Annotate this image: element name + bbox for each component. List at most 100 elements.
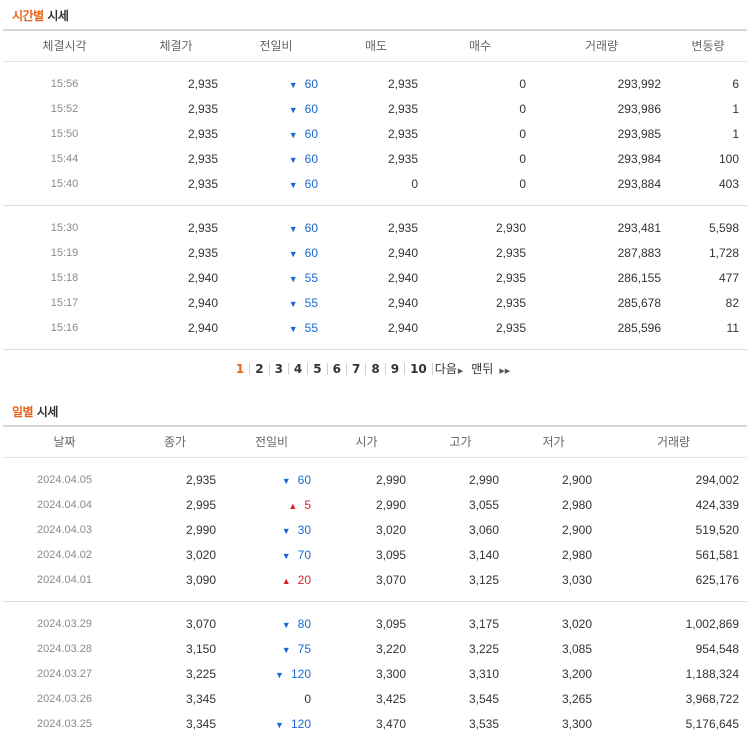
high-cell: 3,060	[468, 522, 499, 537]
last-page-link[interactable]: 맨뒤 ▶▶	[469, 363, 516, 377]
row-spacer	[3, 340, 747, 350]
page-link-8[interactable]: 8	[366, 363, 386, 375]
close-cell: 2,990	[185, 522, 216, 537]
open-cell: 3,020	[375, 522, 406, 537]
row-group-divider	[3, 196, 747, 215]
last-label: 맨뒤	[471, 362, 494, 376]
change-value: 80	[297, 616, 311, 631]
down-arrow-icon: ▼	[281, 644, 291, 655]
page-link-6[interactable]: 6	[328, 363, 347, 375]
change-cell: ▼ 60	[226, 146, 326, 171]
header-low: 저가	[507, 425, 600, 458]
volume-cell: 293,884	[617, 176, 661, 191]
close-cell: 2,995	[185, 497, 216, 512]
price-cell: 2,935	[187, 176, 218, 191]
open-cell: 2,990	[375, 472, 406, 487]
bid-cell: 2,935	[495, 245, 526, 260]
open-cell: 2,990	[375, 497, 406, 512]
delta-cell: 82	[725, 295, 739, 310]
change-value: 120	[290, 666, 311, 681]
date-cell: 2024.04.05	[36, 473, 93, 486]
delta-cell: 403	[718, 176, 739, 191]
low-cell: 2,980	[561, 497, 592, 512]
volume-cell: 285,678	[617, 295, 661, 310]
time-cell: 15:56	[50, 77, 79, 90]
time-cell: 15:50	[50, 127, 79, 140]
high-cell: 3,545	[468, 691, 499, 706]
down-arrow-icon: ▼	[288, 179, 298, 190]
next-label: 다음	[434, 362, 457, 376]
header-price: 체결가	[126, 29, 226, 62]
page-link-5[interactable]: 5	[308, 363, 328, 375]
volume-cell: 285,596	[617, 320, 661, 335]
low-cell: 3,030	[561, 572, 592, 587]
change-cell: 0	[224, 686, 319, 711]
table-row: 15:50 2,935 ▼ 60 2,935 0 293,985 1	[3, 121, 747, 146]
bid-cell: 0	[519, 101, 526, 116]
volume-cell: 293,986	[617, 101, 661, 116]
page-link-3[interactable]: 3	[270, 363, 289, 375]
high-cell: 3,125	[468, 572, 499, 587]
date-cell: 2024.04.03	[36, 523, 93, 536]
time-cell: 15:30	[50, 221, 79, 234]
page-link-2[interactable]: 2	[250, 363, 270, 375]
next-page-link[interactable]: 다음▶	[433, 363, 469, 377]
low-cell: 2,900	[561, 472, 592, 487]
change-value: 60	[304, 76, 318, 91]
volume-cell: 424,339	[695, 497, 739, 512]
low-cell: 2,900	[561, 522, 592, 537]
table-row: 2024.04.04 2,995 ▲ 5 2,990 3,055 2,980 424,339	[3, 492, 747, 517]
page-link-1[interactable]: 1	[231, 363, 251, 375]
table-row: 15:44 2,935 ▼ 60 2,935 0 293,984 100	[3, 146, 747, 171]
ask-cell: 2,935	[387, 126, 418, 141]
change-cell: ▼ 60	[226, 215, 326, 240]
page-link-4[interactable]: 4	[289, 363, 309, 375]
change-value: 70	[297, 547, 311, 562]
volume-cell: 294,002	[695, 472, 739, 487]
ask-cell: 2,940	[387, 320, 418, 335]
close-cell: 3,150	[185, 641, 216, 656]
table-row: 15:40 2,935 ▼ 60 0 0 293,884 403	[3, 171, 747, 196]
header-daily-change: 전일비	[224, 425, 319, 458]
date-cell: 2024.03.27	[36, 667, 93, 680]
change-cell: ▼ 75	[224, 636, 319, 661]
up-arrow-icon: ▲	[288, 500, 298, 511]
header-change: 전일비	[226, 29, 326, 62]
table-row: 2024.03.26 3,345 0 3,425 3,545 3,265 3,968,722	[3, 686, 747, 711]
change-cell: ▼ 120	[224, 711, 319, 734]
page-link-9[interactable]: 9	[386, 363, 406, 375]
change-cell: ▼ 30	[224, 517, 319, 542]
page-link-7[interactable]: 7	[347, 363, 367, 375]
table-row: 15:19 2,935 ▼ 60 2,940 2,935 287,883 1,728	[3, 240, 747, 265]
price-cell: 2,935	[187, 220, 218, 235]
row-group-divider	[3, 592, 747, 611]
down-arrow-icon: ▼	[288, 104, 298, 115]
change-value: 60	[304, 245, 318, 260]
bid-cell: 0	[519, 151, 526, 166]
delta-cell: 11	[726, 320, 739, 335]
page-link-10[interactable]: 10	[405, 363, 433, 375]
close-cell: 3,345	[185, 716, 216, 731]
down-arrow-icon: ▼	[281, 525, 291, 536]
price-cell: 2,935	[187, 76, 218, 91]
open-cell: 3,070	[375, 572, 406, 587]
date-cell: 2024.03.25	[36, 717, 93, 730]
change-cell: ▼ 60	[226, 171, 326, 196]
high-cell: 2,990	[468, 472, 499, 487]
ask-cell: 2,940	[387, 295, 418, 310]
open-cell: 3,220	[375, 641, 406, 656]
change-value: 55	[304, 295, 318, 310]
high-cell: 3,055	[468, 497, 499, 512]
header-open: 시가	[319, 425, 414, 458]
close-cell: 2,935	[185, 472, 216, 487]
ask-cell: 0	[411, 176, 418, 191]
header-bid: 매수	[426, 29, 534, 62]
change-cell: ▼ 55	[226, 265, 326, 290]
change-value: 30	[297, 522, 311, 537]
down-arrow-icon: ▼	[288, 129, 298, 140]
delta-cell: 1,728	[708, 245, 739, 260]
volume-cell: 287,883	[617, 245, 661, 260]
delta-cell: 477	[718, 270, 739, 285]
volume-cell: 3,968,722	[685, 691, 739, 706]
table-row: 2024.04.05 2,935 ▼ 60 2,990 2,990 2,900 294,002	[3, 467, 747, 492]
